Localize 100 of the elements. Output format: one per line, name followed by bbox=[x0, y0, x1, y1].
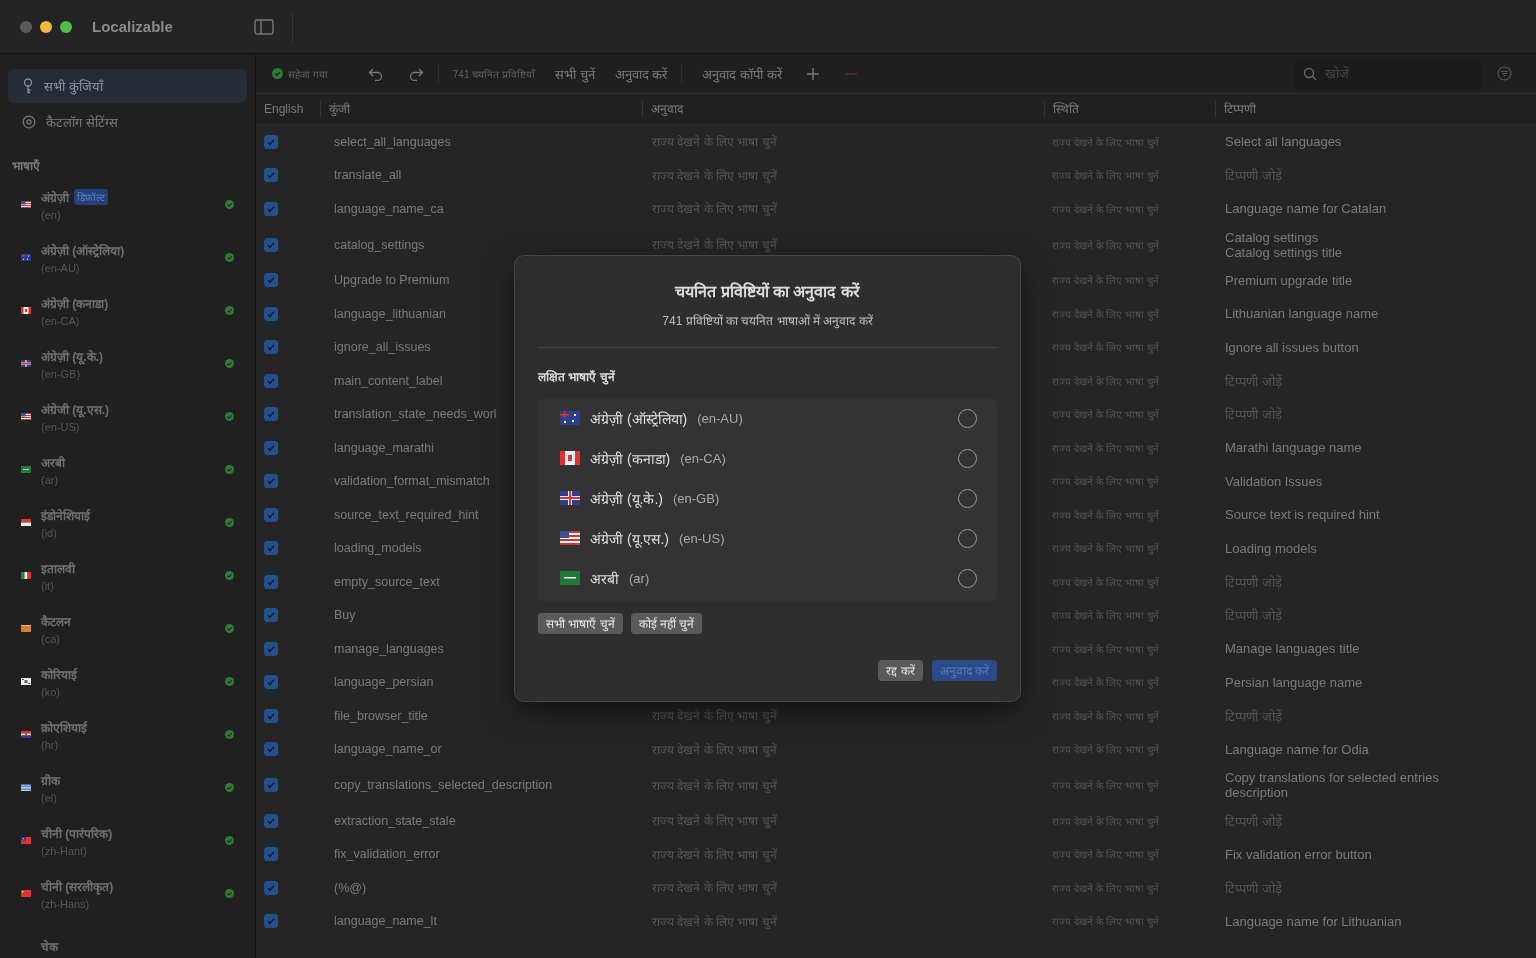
key-cell: catalog_settings bbox=[334, 237, 425, 252]
undo-icon[interactable] bbox=[367, 66, 384, 81]
toolbar-button[interactable]: अनुवाद करें bbox=[614, 64, 668, 83]
language-name: अंग्रेजी (यू.एस.) bbox=[590, 529, 669, 548]
checkmark-icon bbox=[266, 882, 276, 893]
key-cell: translation_state_needs_worl bbox=[334, 407, 497, 422]
key-icon bbox=[22, 78, 34, 94]
checkbox[interactable] bbox=[264, 847, 278, 862]
checkbox[interactable] bbox=[264, 440, 278, 455]
comment-cell: Catalog settings bbox=[1225, 229, 1319, 245]
key-cell: select_all_languages bbox=[334, 134, 451, 149]
comment-cell: Ignore all issues button bbox=[1225, 339, 1359, 355]
key-cell: Buy bbox=[334, 608, 356, 623]
checkbox[interactable] bbox=[264, 168, 278, 183]
checkbox[interactable] bbox=[264, 914, 278, 929]
window-title: Localizable bbox=[92, 18, 174, 35]
language-name: अंग्रेज़ी (यू.के.) bbox=[41, 348, 103, 365]
key-cell: fix_validation_error bbox=[334, 847, 440, 862]
key-cell: manage_languages bbox=[334, 641, 444, 656]
toolbar-button[interactable]: सभी चुनें bbox=[555, 64, 595, 83]
checkbox[interactable] bbox=[264, 134, 278, 149]
sidebar-toggle-icon[interactable] bbox=[254, 18, 274, 35]
checkmark-icon bbox=[266, 744, 276, 755]
comment-cell: Lithuanian language name bbox=[1225, 306, 1379, 322]
comment-cell-text: Copy translations for selected entries description bbox=[1225, 770, 1440, 800]
checkmark-icon bbox=[266, 677, 276, 688]
sidebar-item[interactable]: कैटलॉग सेटिंग्स bbox=[8, 105, 247, 139]
checkmark-icon bbox=[266, 710, 276, 721]
checkbox[interactable] bbox=[264, 273, 278, 288]
toolbar-button[interactable]: अनुवाद कॉपी करें bbox=[702, 64, 782, 83]
language-code: (ar) bbox=[629, 570, 650, 586]
comment-cell: Persian language name bbox=[1225, 674, 1363, 690]
language-code: (en-CA) bbox=[680, 450, 726, 466]
language-name: अंग्रेज़ी bbox=[41, 189, 69, 206]
checkmark-icon bbox=[266, 308, 276, 319]
comment-cell: Marathi language name bbox=[1225, 440, 1362, 456]
language-name: अरबी bbox=[590, 569, 619, 588]
close-button[interactable] bbox=[20, 20, 32, 33]
checkbox[interactable] bbox=[264, 541, 278, 556]
select-button[interactable]: कोई नहीं चुनें bbox=[630, 613, 703, 634]
key-cell: source_text_required_hint bbox=[334, 507, 479, 522]
checkbox[interactable] bbox=[264, 641, 278, 656]
checkbox[interactable] bbox=[264, 340, 278, 355]
filter-icon[interactable] bbox=[1497, 66, 1512, 81]
add-icon[interactable] bbox=[805, 66, 820, 81]
key-cell: language_name_or bbox=[334, 742, 442, 757]
comment-cell: Select all languages bbox=[1225, 134, 1342, 150]
column-header[interactable]: टिप्पणी bbox=[1215, 101, 1536, 117]
language-name: इतालवी bbox=[41, 560, 75, 577]
language-code: (en-US) bbox=[679, 530, 725, 546]
language-name: चीनी (पारंपरिक) bbox=[41, 825, 113, 842]
checkbox[interactable] bbox=[264, 407, 278, 422]
language-name: कैटलन bbox=[41, 613, 71, 630]
checkmark-icon bbox=[266, 815, 276, 826]
key-cell: Upgrade to Premium bbox=[334, 273, 450, 288]
checkbox[interactable] bbox=[264, 574, 278, 589]
comment-cell: Language name for Odia bbox=[1225, 741, 1369, 757]
zoom-button[interactable] bbox=[60, 20, 72, 33]
default-badge: डिफ़ॉल्ट bbox=[74, 189, 108, 205]
select-button[interactable]: सभी भाषाएँ चुनें bbox=[538, 613, 623, 634]
checkbox[interactable] bbox=[264, 201, 278, 216]
checkbox[interactable] bbox=[264, 373, 278, 388]
redo-icon[interactable] bbox=[407, 66, 424, 81]
sidebar-item[interactable]: सभी कुंजियाँ bbox=[8, 69, 247, 103]
comment-cell: Language name for Catalan bbox=[1225, 201, 1387, 217]
comment-cell: Validation Issues bbox=[1225, 473, 1323, 489]
language-name: इंडोनेशियाई bbox=[41, 507, 90, 524]
cancel-button[interactable]: रद्द करें bbox=[878, 660, 923, 681]
checkmark-icon bbox=[266, 375, 276, 386]
key-cell: file_browser_title bbox=[334, 708, 428, 723]
language-name: अंग्रेज़ी (ऑस्ट्रेलिया) bbox=[41, 242, 125, 259]
minimize-button[interactable] bbox=[40, 20, 52, 33]
checkmark-icon bbox=[266, 170, 276, 181]
checkbox[interactable] bbox=[264, 813, 278, 828]
comment-cell: Catalog settings title bbox=[1225, 244, 1343, 260]
checkmark-icon bbox=[266, 203, 276, 214]
language-name: चीनी (सरलीकृत) bbox=[41, 878, 114, 895]
checkbox[interactable] bbox=[264, 880, 278, 895]
checkbox[interactable] bbox=[264, 675, 278, 690]
comment-cell: Source text is required hint bbox=[1225, 507, 1380, 523]
section-heading: लक्षित भाषाएँ चुनें bbox=[538, 369, 616, 385]
column-header[interactable]: अनुवाद bbox=[642, 101, 1044, 117]
key-cell: (%@) bbox=[334, 880, 367, 895]
column-header[interactable]: कुंजी bbox=[320, 101, 642, 117]
key-cell: empty_source_text bbox=[334, 574, 440, 589]
column-header[interactable]: स्थिति bbox=[1044, 101, 1215, 117]
checkbox[interactable] bbox=[264, 778, 278, 792]
checkbox[interactable] bbox=[264, 474, 278, 489]
checkbox[interactable] bbox=[264, 306, 278, 321]
checkbox[interactable] bbox=[264, 507, 278, 522]
checkmark-icon bbox=[266, 643, 276, 654]
checkmark-icon bbox=[266, 610, 276, 621]
column-header[interactable]: English bbox=[256, 101, 320, 117]
checkbox[interactable] bbox=[264, 237, 278, 252]
language-name: अंग्रेज़ी (यू.के.) bbox=[590, 489, 663, 508]
checkbox[interactable] bbox=[264, 708, 278, 723]
selection-count: 741 चयनित प्रविष्टियाँ bbox=[452, 67, 536, 81]
checkbox[interactable] bbox=[264, 742, 278, 757]
checkbox[interactable] bbox=[264, 608, 278, 623]
status-text: सहेजा गया bbox=[288, 67, 328, 81]
